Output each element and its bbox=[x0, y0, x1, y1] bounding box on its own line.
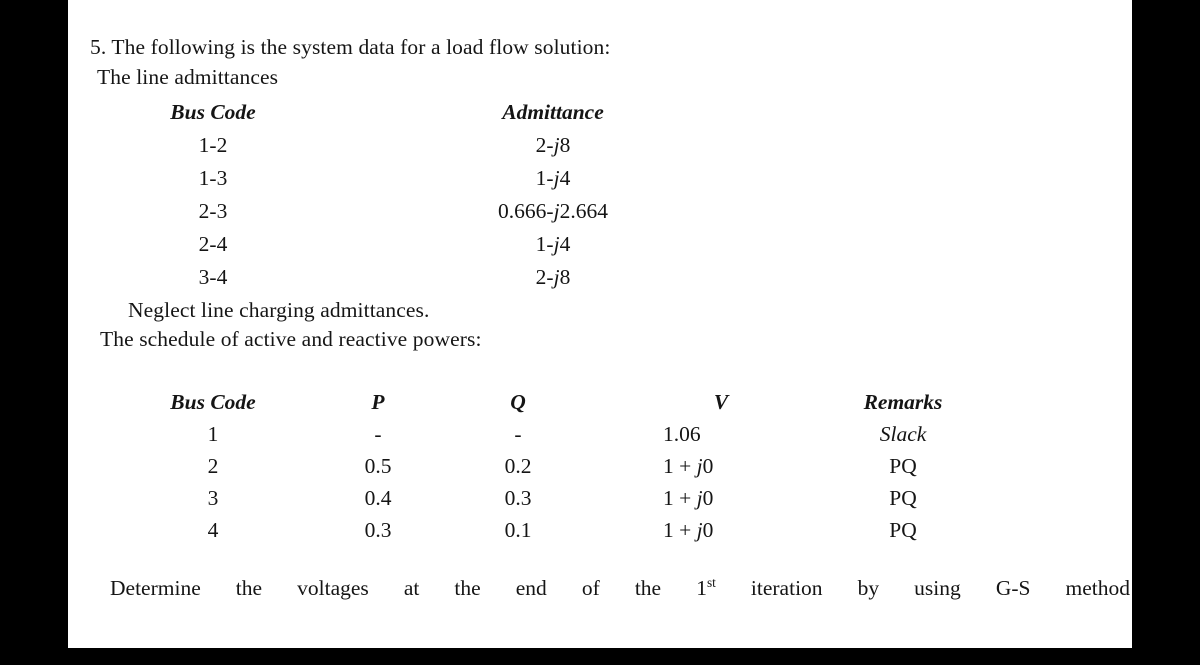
voltage-operator: + bbox=[679, 486, 692, 510]
cell-remarks: Slack bbox=[879, 422, 927, 446]
column-header-bus-code: Bus Code bbox=[170, 390, 256, 414]
table-row: 2-4 1-j4 bbox=[118, 232, 718, 265]
cell-bus-code: 3 bbox=[207, 486, 219, 510]
ordinal-suffix: st bbox=[706, 574, 716, 590]
table-row: 4 0.3 0.1 1 + j0 PQ bbox=[118, 518, 1078, 550]
note-power-schedule: The schedule of active and reactive powe… bbox=[100, 327, 482, 351]
cell-admittance: 1-j4 bbox=[448, 232, 658, 257]
cell-reactive-power: 0.3 bbox=[504, 486, 532, 510]
closing-instruction: Determine the voltages at the end of the… bbox=[110, 576, 1130, 601]
cell-bus-code: 4 bbox=[207, 518, 219, 542]
cell-admittance: 2-j8 bbox=[448, 265, 658, 290]
ordinal-number: 1st bbox=[696, 576, 716, 600]
table-header-row: Bus Code Admittance bbox=[118, 100, 718, 133]
screenshot-canvas: 5. The following is the system data for … bbox=[0, 0, 1200, 665]
cell-admittance: 0.666-j2.664 bbox=[448, 199, 658, 224]
cell-voltage: 1.06 bbox=[663, 422, 793, 447]
voltage-real: 1 bbox=[663, 454, 674, 478]
voltage-imag: 0 bbox=[702, 518, 714, 542]
voltage-real: 1 bbox=[663, 518, 674, 542]
voltage-imag: 0 bbox=[702, 486, 714, 510]
cell-bus-code: 1 bbox=[207, 422, 219, 446]
table-row: 2 0.5 0.2 1 + j0 PQ bbox=[118, 454, 1078, 486]
column-header-bus-code: Bus Code bbox=[170, 100, 256, 124]
admittance-sign: - bbox=[546, 166, 554, 190]
cell-voltage: 1 + j0 bbox=[663, 486, 793, 511]
cell-bus-code: 1-2 bbox=[198, 133, 228, 157]
table-header-row: Bus Code P Q V Remarks bbox=[118, 390, 1078, 422]
problem-statement-line-2: The line admittances bbox=[97, 65, 279, 89]
admittance-real: 2 bbox=[535, 265, 547, 289]
cell-admittance: 1-j4 bbox=[448, 166, 658, 191]
cell-active-power: - bbox=[374, 422, 382, 446]
voltage-real: 1.06 bbox=[663, 422, 701, 446]
cell-remarks: PQ bbox=[889, 518, 917, 542]
ordinal-digit: 1 bbox=[696, 576, 707, 600]
voltage-imag: 0 bbox=[702, 454, 714, 478]
admittance-imag: 8 bbox=[559, 133, 571, 157]
line-admittance-table: Bus Code Admittance 1-2 2-j8 1-3 1-j4 2-… bbox=[118, 100, 718, 298]
cell-remarks: PQ bbox=[889, 486, 917, 510]
admittance-imag: 4 bbox=[559, 166, 571, 190]
document-page: 5. The following is the system data for … bbox=[68, 0, 1132, 648]
table-row: 1 - - 1.06 Slack bbox=[118, 422, 1078, 454]
cell-active-power: 0.3 bbox=[364, 518, 392, 542]
table-row: 1-3 1-j4 bbox=[118, 166, 718, 199]
cell-voltage: 1 + j0 bbox=[663, 454, 793, 479]
admittance-sign: - bbox=[546, 232, 554, 256]
table-row: 2-3 0.666-j2.664 bbox=[118, 199, 718, 232]
voltage-real: 1 bbox=[663, 486, 674, 510]
cell-active-power: 0.5 bbox=[364, 454, 392, 478]
cell-reactive-power: 0.1 bbox=[504, 518, 532, 542]
table-row: 3-4 2-j8 bbox=[118, 265, 718, 298]
cell-admittance: 2-j8 bbox=[448, 133, 658, 158]
cell-active-power: 0.4 bbox=[364, 486, 392, 510]
cell-bus-code: 2-4 bbox=[198, 232, 228, 256]
closing-text-before: Determine the voltages at the end of the bbox=[110, 576, 662, 600]
column-header-p: P bbox=[371, 390, 385, 414]
voltage-operator: + bbox=[679, 454, 692, 478]
column-header-remarks: Remarks bbox=[863, 390, 943, 414]
admittance-sign: - bbox=[546, 133, 554, 157]
cell-bus-code: 2 bbox=[207, 454, 219, 478]
column-header-q: Q bbox=[510, 390, 526, 414]
note-neglect-line-charging: Neglect line charging admittances. bbox=[128, 298, 430, 322]
admittance-real: 0.666 bbox=[498, 199, 547, 223]
cell-bus-code: 3-4 bbox=[198, 265, 228, 289]
problem-statement-line-1: 5. The following is the system data for … bbox=[90, 35, 611, 59]
voltage-operator: + bbox=[679, 518, 692, 542]
admittance-sign: - bbox=[546, 265, 554, 289]
column-header-v: V bbox=[713, 390, 729, 414]
cell-remarks: PQ bbox=[889, 454, 917, 478]
power-schedule-table: Bus Code P Q V Remarks 1 - - 1.06 Slack … bbox=[118, 390, 1078, 550]
closing-text-after: iteration by using G-S method bbox=[750, 576, 1131, 600]
column-header-admittance: Admittance bbox=[502, 100, 604, 124]
admittance-imag: 2.664 bbox=[559, 199, 608, 223]
cell-bus-code: 1-3 bbox=[198, 166, 228, 190]
admittance-imag: 8 bbox=[559, 265, 571, 289]
cell-voltage: 1 + j0 bbox=[663, 518, 793, 543]
cell-reactive-power: 0.2 bbox=[504, 454, 532, 478]
table-row: 1-2 2-j8 bbox=[118, 133, 718, 166]
admittance-real: 1 bbox=[535, 166, 547, 190]
admittance-imag: 4 bbox=[559, 232, 571, 256]
admittance-sign: - bbox=[546, 199, 554, 223]
admittance-real: 2 bbox=[535, 133, 547, 157]
table-row: 3 0.4 0.3 1 + j0 PQ bbox=[118, 486, 1078, 518]
admittance-real: 1 bbox=[535, 232, 547, 256]
cell-bus-code: 2-3 bbox=[198, 199, 228, 223]
cell-reactive-power: - bbox=[514, 422, 522, 446]
